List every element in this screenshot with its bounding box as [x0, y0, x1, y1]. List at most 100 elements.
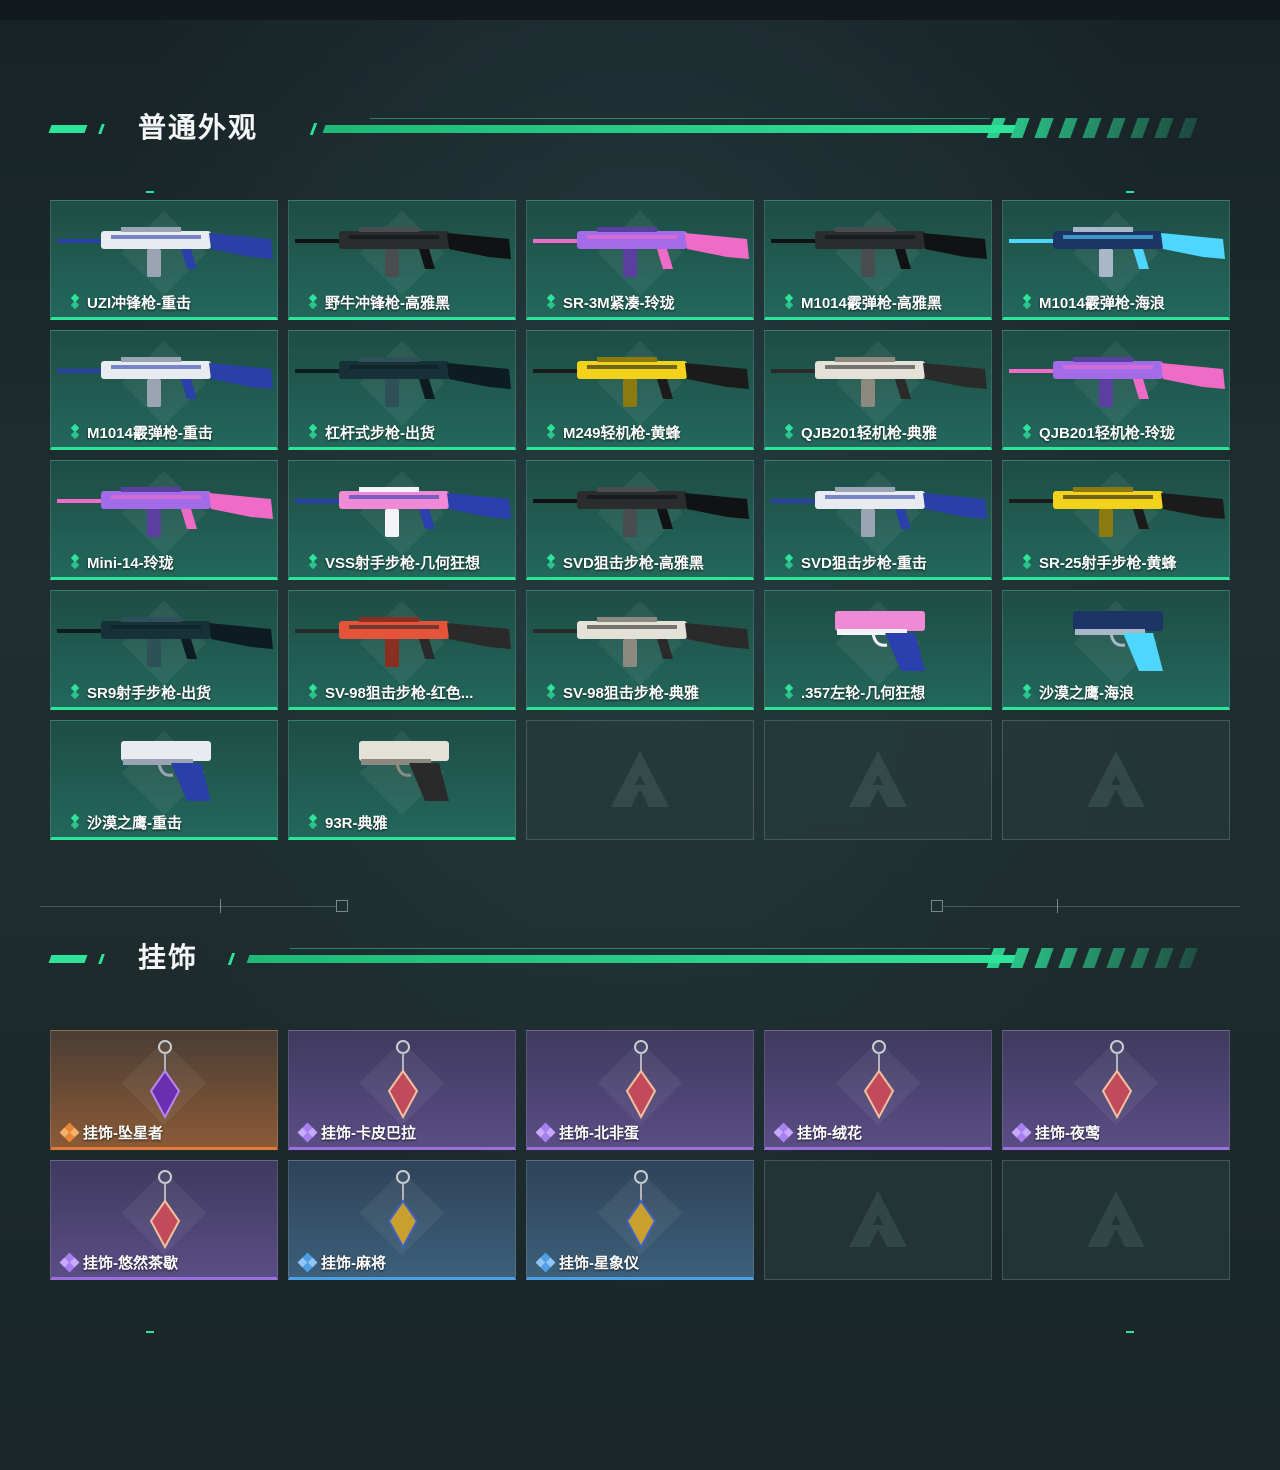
card-label: 野牛冲锋枪-高雅黑 — [307, 292, 450, 313]
card-label: M249轻机枪-黄蜂 — [545, 422, 681, 443]
card-label: 沙漠之鹰-重击 — [69, 812, 182, 833]
header-accent-tick — [98, 124, 105, 134]
weapon-skin-card[interactable]: SVD狙击步枪-重击 — [764, 460, 992, 580]
weapon-skin-card[interactable]: M1014霰弹枪-高雅黑 — [764, 200, 992, 320]
item-name: SR9射手步枪-出货 — [87, 685, 212, 702]
item-name: M1014霰弹枪-重击 — [87, 425, 213, 442]
item-name: 挂饰-绒花 — [797, 1125, 862, 1142]
rarity-rank-icon — [783, 683, 795, 701]
charm-ring — [158, 1170, 172, 1184]
card-label: QJB201轻机枪-典雅 — [783, 422, 937, 443]
weapon-skin-card[interactable]: SR-3M紧凑-玲珑 — [526, 200, 754, 320]
charm-card[interactable]: 挂饰-绒花 — [764, 1030, 992, 1150]
weapon-skin-card[interactable]: VSS射手步枪-几何狂想 — [288, 460, 516, 580]
rarity-rank-icon — [545, 293, 557, 311]
item-name: M249轻机枪-黄蜂 — [563, 425, 681, 442]
game-logo-icon — [849, 1191, 907, 1247]
item-name: SVD狙击步枪-重击 — [801, 555, 927, 572]
weapon-skin-card[interactable]: QJB201轻机枪-玲珑 — [1002, 330, 1230, 450]
weapon-skin-card[interactable]: 93R-典雅 — [288, 720, 516, 840]
card-label: SV-98狙击步枪-红色... — [307, 682, 473, 703]
charm-pendant — [149, 1069, 181, 1120]
divider-square — [336, 900, 348, 912]
weapon-skin-card[interactable]: 野牛冲锋枪-高雅黑 — [288, 200, 516, 320]
item-name: QJB201轻机枪-玲珑 — [1039, 425, 1175, 442]
weapon-silhouette — [1009, 357, 1225, 407]
rarity-rank-icon — [307, 553, 319, 571]
header-bar-tick — [309, 123, 318, 135]
charm-card[interactable]: 挂饰-夜莺 — [1002, 1030, 1230, 1150]
charm-card[interactable]: 挂饰-卡皮巴拉 — [288, 1030, 516, 1150]
rarity-diamond-icon — [297, 1122, 318, 1142]
charm-image — [149, 1040, 181, 1120]
weapon-skin-card[interactable]: UZI冲锋枪-重击 — [50, 200, 278, 320]
item-name: 挂饰-夜莺 — [1035, 1125, 1100, 1142]
charm-pendant — [387, 1199, 419, 1250]
weapon-image — [1009, 357, 1225, 407]
weapon-skin-card[interactable]: SV-98狙击步枪-典雅 — [526, 590, 754, 710]
weapon-skin-card[interactable]: M1014霰弹枪-重击 — [50, 330, 278, 450]
charm-image — [387, 1040, 419, 1120]
weapon-skin-card[interactable]: M249轻机枪-黄蜂 — [526, 330, 754, 450]
item-name: QJB201轻机枪-典雅 — [801, 425, 937, 442]
weapon-image — [121, 741, 211, 801]
weapon-image — [533, 487, 749, 537]
weapon-image — [57, 227, 273, 277]
charm-pendant — [863, 1069, 895, 1120]
weapon-silhouette — [57, 227, 273, 277]
weapon-skin-card[interactable]: 杠杆式步枪-出货 — [288, 330, 516, 450]
item-name: 挂饰-星象仪 — [559, 1255, 639, 1272]
divider-square — [931, 900, 943, 912]
rarity-rank-icon — [307, 423, 319, 441]
charm-ring — [634, 1170, 648, 1184]
item-name: 杠杆式步枪-出货 — [325, 425, 435, 442]
weapon-silhouette — [771, 357, 987, 407]
weapon-silhouette — [533, 357, 749, 407]
header-thin-line — [290, 948, 990, 949]
card-label: 93R-典雅 — [307, 812, 388, 833]
charm-grid: 挂饰-坠星者 挂饰-卡皮巴拉 挂饰-北非蛋 挂饰-绒花 挂饰-夜莺挂饰-悠然茶歇 挂饰-麻… — [50, 1030, 1230, 1280]
header-checker-pattern — [986, 118, 1204, 138]
weapon-skin-card[interactable]: QJB201轻机枪-典雅 — [764, 330, 992, 450]
card-label: 挂饰-卡皮巴拉 — [297, 1122, 416, 1143]
weapon-skin-card[interactable]: M1014霰弹枪-海浪 — [1002, 200, 1230, 320]
charm-card[interactable]: 挂饰-星象仪 — [526, 1160, 754, 1280]
item-name: 挂饰-北非蛋 — [559, 1125, 639, 1142]
card-label: 挂饰-坠星者 — [59, 1122, 163, 1143]
corner-marker — [146, 1331, 154, 1333]
weapon-skin-card[interactable]: Mini-14-玲珑 — [50, 460, 278, 580]
charm-card[interactable]: 挂饰-坠星者 — [50, 1030, 278, 1150]
rarity-diamond-icon — [1011, 1122, 1032, 1142]
weapon-image — [1009, 487, 1225, 537]
weapon-skin-card[interactable]: SVD狙击步枪-高雅黑 — [526, 460, 754, 580]
weapon-silhouette — [295, 487, 511, 537]
charm-ring — [158, 1040, 172, 1054]
charm-image — [149, 1170, 181, 1250]
card-label: UZI冲锋枪-重击 — [69, 292, 191, 313]
weapon-silhouette — [1009, 487, 1225, 537]
item-name: 沙漠之鹰-重击 — [87, 815, 182, 832]
rarity-rank-icon — [783, 423, 795, 441]
charm-pendant — [625, 1069, 657, 1120]
weapon-silhouette — [533, 227, 749, 277]
item-name: 野牛冲锋枪-高雅黑 — [325, 295, 450, 312]
weapon-skin-card[interactable]: 沙漠之鹰-重击 — [50, 720, 278, 840]
rarity-rank-icon — [1021, 683, 1033, 701]
rarity-rank-icon — [69, 293, 81, 311]
card-label: M1014霰弹枪-重击 — [69, 422, 213, 443]
weapon-skin-card[interactable]: .357左轮-几何狂想 — [764, 590, 992, 710]
card-label: SVD狙击步枪-重击 — [783, 552, 927, 573]
weapon-skin-card[interactable]: SR9射手步枪-出货 — [50, 590, 278, 710]
item-name: Mini-14-玲珑 — [87, 555, 174, 572]
charm-ring — [396, 1040, 410, 1054]
charm-card[interactable]: 挂饰-北非蛋 — [526, 1030, 754, 1150]
card-label: 杠杆式步枪-出货 — [307, 422, 435, 443]
weapon-skin-card[interactable]: SR-25射手步枪-黄蜂 — [1002, 460, 1230, 580]
card-label: SVD狙击步枪-高雅黑 — [545, 552, 704, 573]
weapon-skin-card[interactable]: SV-98狙击步枪-红色... — [288, 590, 516, 710]
charm-card[interactable]: 挂饰-悠然茶歇 — [50, 1160, 278, 1280]
item-name: 93R-典雅 — [325, 815, 388, 832]
charm-card[interactable]: 挂饰-麻将 — [288, 1160, 516, 1280]
weapon-skin-card[interactable]: 沙漠之鹰-海浪 — [1002, 590, 1230, 710]
weapon-image — [295, 227, 511, 277]
